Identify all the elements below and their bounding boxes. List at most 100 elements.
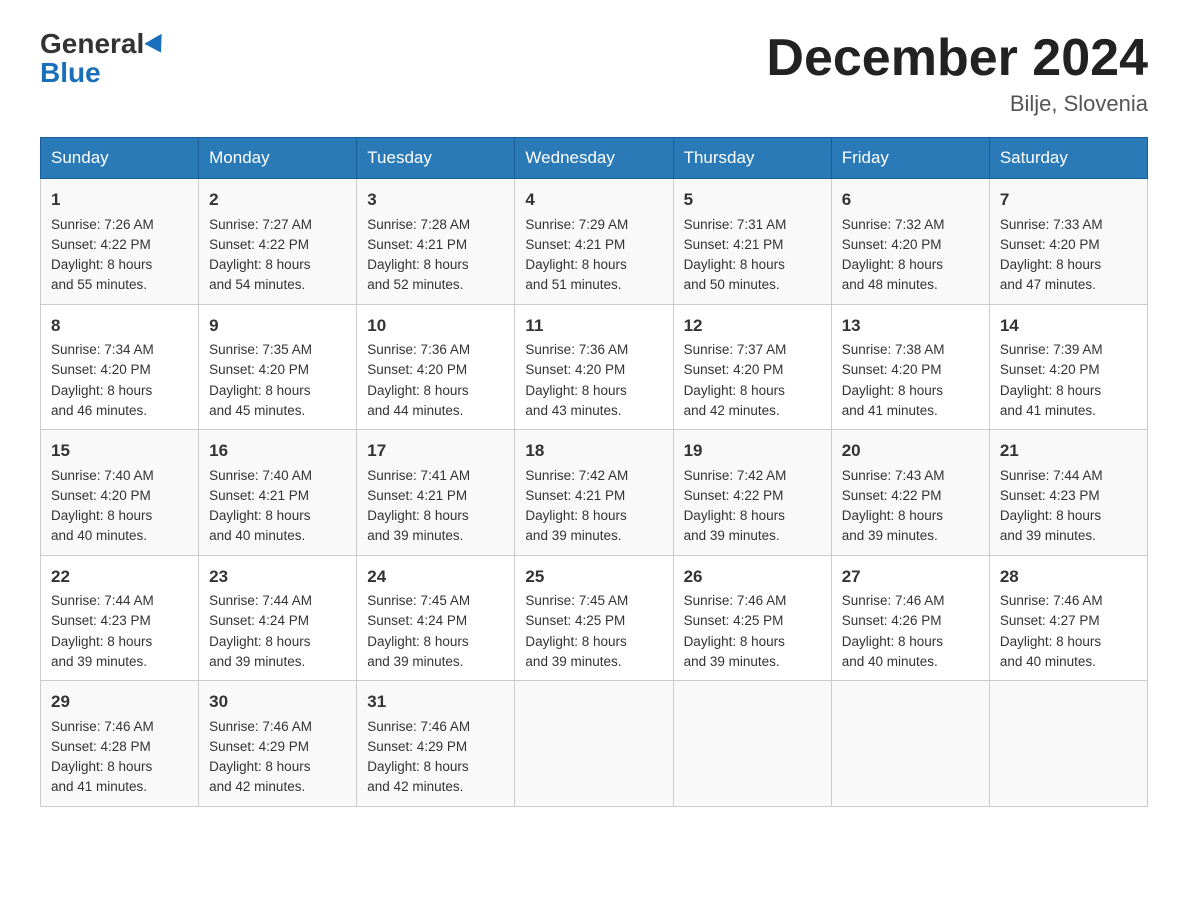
- sunset-text: Sunset: 4:23 PM: [51, 613, 151, 628]
- sunset-text: Sunset: 4:21 PM: [367, 488, 467, 503]
- daylight-text: Daylight: 8 hoursand 39 minutes.: [51, 634, 152, 669]
- sunset-text: Sunset: 4:20 PM: [684, 362, 784, 377]
- calendar-cell: 29 Sunrise: 7:46 AM Sunset: 4:28 PM Dayl…: [41, 681, 199, 807]
- sunrise-text: Sunrise: 7:45 AM: [525, 593, 628, 608]
- calendar-cell: 18 Sunrise: 7:42 AM Sunset: 4:21 PM Dayl…: [515, 430, 673, 556]
- day-number: 11: [525, 313, 662, 339]
- calendar-cell: 10 Sunrise: 7:36 AM Sunset: 4:20 PM Dayl…: [357, 304, 515, 430]
- day-number: 15: [51, 438, 188, 464]
- daylight-text: Daylight: 8 hoursand 39 minutes.: [525, 634, 626, 669]
- calendar-cell: 20 Sunrise: 7:43 AM Sunset: 4:22 PM Dayl…: [831, 430, 989, 556]
- sunrise-text: Sunrise: 7:36 AM: [367, 342, 470, 357]
- logo-arrow-icon: [145, 34, 170, 58]
- sunset-text: Sunset: 4:20 PM: [51, 362, 151, 377]
- daylight-text: Daylight: 8 hoursand 40 minutes.: [1000, 634, 1101, 669]
- title-area: December 2024 Bilje, Slovenia: [766, 30, 1148, 117]
- calendar-table: SundayMondayTuesdayWednesdayThursdayFrid…: [40, 137, 1148, 807]
- sunrise-text: Sunrise: 7:45 AM: [367, 593, 470, 608]
- sunset-text: Sunset: 4:24 PM: [209, 613, 309, 628]
- calendar-cell: 25 Sunrise: 7:45 AM Sunset: 4:25 PM Dayl…: [515, 555, 673, 681]
- sunset-text: Sunset: 4:21 PM: [525, 488, 625, 503]
- calendar-cell: 5 Sunrise: 7:31 AM Sunset: 4:21 PM Dayli…: [673, 179, 831, 305]
- day-number: 9: [209, 313, 346, 339]
- sunset-text: Sunset: 4:22 PM: [51, 237, 151, 252]
- sunset-text: Sunset: 4:21 PM: [525, 237, 625, 252]
- sunset-text: Sunset: 4:27 PM: [1000, 613, 1100, 628]
- sunset-text: Sunset: 4:29 PM: [367, 739, 467, 754]
- weekday-header-friday: Friday: [831, 138, 989, 179]
- day-number: 12: [684, 313, 821, 339]
- calendar-cell: 7 Sunrise: 7:33 AM Sunset: 4:20 PM Dayli…: [989, 179, 1147, 305]
- sunset-text: Sunset: 4:21 PM: [209, 488, 309, 503]
- sunset-text: Sunset: 4:23 PM: [1000, 488, 1100, 503]
- daylight-text: Daylight: 8 hoursand 39 minutes.: [525, 508, 626, 543]
- daylight-text: Daylight: 8 hoursand 40 minutes.: [51, 508, 152, 543]
- daylight-text: Daylight: 8 hoursand 39 minutes.: [684, 508, 785, 543]
- calendar-cell: 26 Sunrise: 7:46 AM Sunset: 4:25 PM Dayl…: [673, 555, 831, 681]
- sunset-text: Sunset: 4:20 PM: [209, 362, 309, 377]
- sunset-text: Sunset: 4:24 PM: [367, 613, 467, 628]
- day-number: 7: [1000, 187, 1137, 213]
- calendar-cell: [831, 681, 989, 807]
- calendar-week-row: 29 Sunrise: 7:46 AM Sunset: 4:28 PM Dayl…: [41, 681, 1148, 807]
- sunrise-text: Sunrise: 7:26 AM: [51, 217, 154, 232]
- calendar-cell: 31 Sunrise: 7:46 AM Sunset: 4:29 PM Dayl…: [357, 681, 515, 807]
- logo-general-text: General: [40, 30, 144, 58]
- calendar-cell: [673, 681, 831, 807]
- daylight-text: Daylight: 8 hoursand 39 minutes.: [842, 508, 943, 543]
- day-number: 31: [367, 689, 504, 715]
- calendar-cell: 30 Sunrise: 7:46 AM Sunset: 4:29 PM Dayl…: [199, 681, 357, 807]
- daylight-text: Daylight: 8 hoursand 43 minutes.: [525, 383, 626, 418]
- daylight-text: Daylight: 8 hoursand 46 minutes.: [51, 383, 152, 418]
- sunset-text: Sunset: 4:21 PM: [684, 237, 784, 252]
- sunrise-text: Sunrise: 7:42 AM: [684, 468, 787, 483]
- daylight-text: Daylight: 8 hoursand 54 minutes.: [209, 257, 310, 292]
- day-number: 4: [525, 187, 662, 213]
- calendar-cell: 27 Sunrise: 7:46 AM Sunset: 4:26 PM Dayl…: [831, 555, 989, 681]
- calendar-cell: 8 Sunrise: 7:34 AM Sunset: 4:20 PM Dayli…: [41, 304, 199, 430]
- day-number: 17: [367, 438, 504, 464]
- location-label: Bilje, Slovenia: [766, 91, 1148, 117]
- weekday-header-monday: Monday: [199, 138, 357, 179]
- daylight-text: Daylight: 8 hoursand 44 minutes.: [367, 383, 468, 418]
- sunset-text: Sunset: 4:20 PM: [1000, 362, 1100, 377]
- calendar-header: SundayMondayTuesdayWednesdayThursdayFrid…: [41, 138, 1148, 179]
- sunrise-text: Sunrise: 7:46 AM: [1000, 593, 1103, 608]
- logo: General Blue: [40, 30, 168, 89]
- calendar-cell: 23 Sunrise: 7:44 AM Sunset: 4:24 PM Dayl…: [199, 555, 357, 681]
- daylight-text: Daylight: 8 hoursand 39 minutes.: [684, 634, 785, 669]
- sunrise-text: Sunrise: 7:40 AM: [51, 468, 154, 483]
- sunrise-text: Sunrise: 7:44 AM: [1000, 468, 1103, 483]
- day-number: 13: [842, 313, 979, 339]
- calendar-cell: 2 Sunrise: 7:27 AM Sunset: 4:22 PM Dayli…: [199, 179, 357, 305]
- calendar-cell: 15 Sunrise: 7:40 AM Sunset: 4:20 PM Dayl…: [41, 430, 199, 556]
- day-number: 20: [842, 438, 979, 464]
- calendar-cell: 4 Sunrise: 7:29 AM Sunset: 4:21 PM Dayli…: [515, 179, 673, 305]
- daylight-text: Daylight: 8 hoursand 40 minutes.: [209, 508, 310, 543]
- daylight-text: Daylight: 8 hoursand 47 minutes.: [1000, 257, 1101, 292]
- calendar-cell: 13 Sunrise: 7:38 AM Sunset: 4:20 PM Dayl…: [831, 304, 989, 430]
- day-number: 10: [367, 313, 504, 339]
- daylight-text: Daylight: 8 hoursand 41 minutes.: [51, 759, 152, 794]
- calendar-cell: 11 Sunrise: 7:36 AM Sunset: 4:20 PM Dayl…: [515, 304, 673, 430]
- sunset-text: Sunset: 4:20 PM: [367, 362, 467, 377]
- day-number: 22: [51, 564, 188, 590]
- sunset-text: Sunset: 4:20 PM: [1000, 237, 1100, 252]
- daylight-text: Daylight: 8 hoursand 48 minutes.: [842, 257, 943, 292]
- daylight-text: Daylight: 8 hoursand 39 minutes.: [367, 508, 468, 543]
- calendar-cell: [989, 681, 1147, 807]
- calendar-cell: 6 Sunrise: 7:32 AM Sunset: 4:20 PM Dayli…: [831, 179, 989, 305]
- sunset-text: Sunset: 4:29 PM: [209, 739, 309, 754]
- weekday-header-sunday: Sunday: [41, 138, 199, 179]
- day-number: 16: [209, 438, 346, 464]
- sunset-text: Sunset: 4:22 PM: [842, 488, 942, 503]
- calendar-cell: 12 Sunrise: 7:37 AM Sunset: 4:20 PM Dayl…: [673, 304, 831, 430]
- daylight-text: Daylight: 8 hoursand 51 minutes.: [525, 257, 626, 292]
- daylight-text: Daylight: 8 hoursand 42 minutes.: [684, 383, 785, 418]
- calendar-cell: 21 Sunrise: 7:44 AM Sunset: 4:23 PM Dayl…: [989, 430, 1147, 556]
- calendar-cell: 19 Sunrise: 7:42 AM Sunset: 4:22 PM Dayl…: [673, 430, 831, 556]
- sunset-text: Sunset: 4:22 PM: [684, 488, 784, 503]
- day-number: 5: [684, 187, 821, 213]
- daylight-text: Daylight: 8 hoursand 39 minutes.: [209, 634, 310, 669]
- calendar-cell: 3 Sunrise: 7:28 AM Sunset: 4:21 PM Dayli…: [357, 179, 515, 305]
